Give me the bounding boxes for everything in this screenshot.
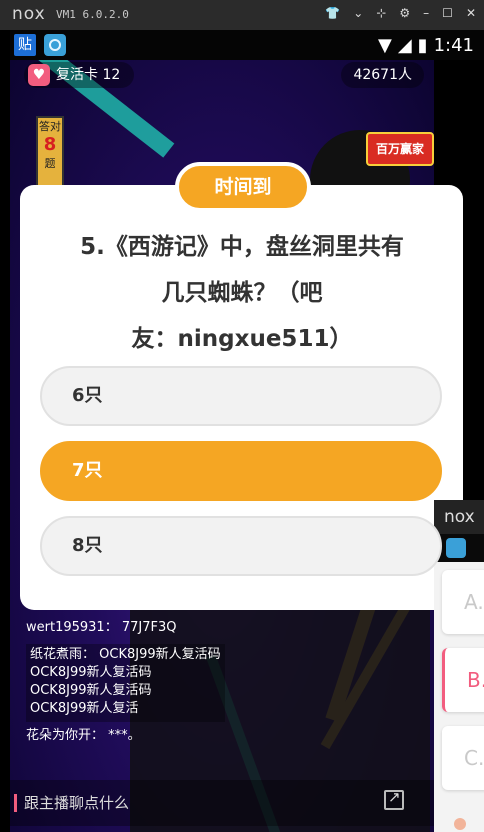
side-option-a[interactable]: A. xyxy=(442,570,484,634)
revive-card-label: 复活卡 12 xyxy=(56,67,121,83)
chat-input-bar[interactable]: 跟主播聊点什么 xyxy=(10,780,434,826)
window-controls: 👕 ⌄ ⊹ ⚙ – ☐ ✕ xyxy=(325,6,476,20)
chat-message: 花朵为你开： ***。 xyxy=(26,728,141,743)
close-icon[interactable]: ✕ xyxy=(466,6,476,20)
question-line: 5.《西游记》中，盘丝洞里共有 xyxy=(80,234,404,260)
viewer-count: 42671人 xyxy=(341,62,424,88)
million-winner-logo: 百万赢家 xyxy=(366,132,434,166)
side-option-c[interactable]: C. xyxy=(442,726,484,790)
nox-logo: nox xyxy=(434,500,484,534)
nox-logo: nox xyxy=(12,4,46,24)
gear-icon[interactable]: ⚙ xyxy=(399,6,410,20)
chat-input[interactable]: 跟主播聊点什么 xyxy=(24,792,129,813)
question-line: 友：ningxue511） xyxy=(131,326,353,352)
app-icon xyxy=(446,538,466,558)
wifi-icon: ▼ xyxy=(377,35,392,56)
avatar xyxy=(454,818,466,830)
notification-app-icon: 贴 xyxy=(14,34,36,56)
maximize-icon[interactable]: ☐ xyxy=(442,6,453,20)
answer-option-b[interactable]: 7只 xyxy=(40,441,442,501)
question-text: 5.《西游记》中，盘丝洞里共有 几只蜘蛛？（吧 友：ningxue511） xyxy=(42,224,442,362)
counter-bottom: 题 xyxy=(44,157,56,170)
input-accent xyxy=(14,794,17,812)
counter-top: 答对 xyxy=(39,120,61,133)
side-option-b[interactable]: B. xyxy=(442,648,484,712)
answer-option-c[interactable]: 8只 xyxy=(40,516,442,576)
status-badge: 时间到 xyxy=(175,162,311,212)
chat-overlay: wert195931： 77J7F3Q 纸花煮雨： OCK8J99新人复活码 O… xyxy=(26,620,225,746)
chat-message: OCK8J99新人复活 xyxy=(30,701,139,716)
answer-option-a[interactable]: 6只 xyxy=(40,366,442,426)
clock: 1:41 xyxy=(433,35,474,56)
chat-message: 纸花煮雨： OCK8J99新人复活码 xyxy=(30,647,221,662)
pin-icon[interactable]: ⊹ xyxy=(376,6,386,20)
status-right: ▼ ◢ ▮ 1:41 xyxy=(378,35,474,56)
notification-app-icon-2 xyxy=(44,34,66,56)
battery-icon: ▮ xyxy=(417,35,428,56)
chat-message: wert195931： 77J7F3Q xyxy=(26,620,177,635)
question-line: 几只蜘蛛？（吧 xyxy=(161,280,323,306)
vm-label: VM1 6.0.2.0 xyxy=(56,8,129,21)
signal-icon: ◢ xyxy=(397,35,412,56)
counter-number: 8 xyxy=(43,134,57,155)
share-icon[interactable] xyxy=(384,788,404,810)
emulator-titlebar: nox VM1 6.0.2.0 👕 ⌄ ⊹ ⚙ – ☐ ✕ xyxy=(0,0,484,30)
correct-counter: 答对 8 题 xyxy=(36,116,64,190)
heart-icon: ♥ xyxy=(28,64,50,86)
chat-message-box: 纸花煮雨： OCK8J99新人复活码 OCK8J99新人复活码 OCK8J99新… xyxy=(26,644,225,722)
android-statusbar: 贴 ▼ ◢ ▮ 1:41 xyxy=(10,30,484,60)
revive-card-counter[interactable]: ♥ 复活卡 12 xyxy=(24,62,135,88)
chevron-down-icon[interactable]: ⌄ xyxy=(353,6,363,20)
chat-message: OCK8J99新人复活码 xyxy=(30,665,152,680)
shirt-icon[interactable]: 👕 xyxy=(325,6,340,20)
chat-message: OCK8J99新人复活码 xyxy=(30,683,152,698)
minimize-icon[interactable]: – xyxy=(423,6,429,20)
